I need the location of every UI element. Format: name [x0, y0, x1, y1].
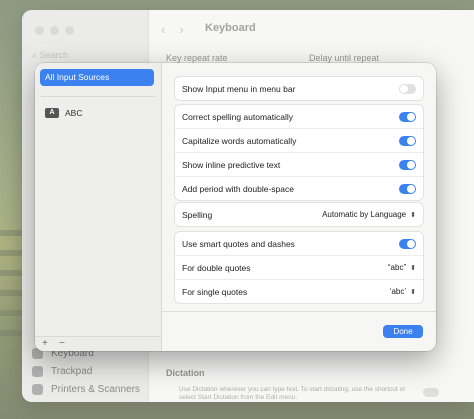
row-period-double-space: Add period with double-space [175, 176, 423, 200]
period-double-space-toggle[interactable] [399, 183, 416, 194]
row-capitalize-words: Capitalize words automatically [175, 128, 423, 152]
single-quotes-select[interactable]: ‘abc’ ⬍ [390, 287, 416, 296]
row-smart-quotes: Use smart quotes and dashes [175, 232, 423, 255]
footer-divider [162, 311, 436, 312]
list-footer: + − [35, 336, 161, 351]
input-sources-sheet: All Input Sources A ABC + − Show Input m… [35, 63, 436, 351]
done-button[interactable]: Done [383, 325, 423, 338]
chevron-updown-icon: ⬍ [410, 264, 416, 272]
input-settings-panel: Show Input menu in menu bar Correct spel… [162, 63, 436, 351]
capitalize-words-toggle[interactable] [399, 135, 416, 146]
row-predictive-text: Show inline predictive text [175, 152, 423, 176]
row-double-quotes: For double quotes “abc” ⬍ [175, 255, 423, 279]
smart-quotes-toggle[interactable] [399, 238, 416, 249]
row-single-quotes: For single quotes ‘abc’ ⬍ [175, 279, 423, 303]
input-menu-group: Show Input menu in menu bar [174, 76, 424, 101]
spelling-group: Spelling Automatic by Language ⬍ [174, 202, 424, 227]
remove-button[interactable]: − [59, 338, 65, 349]
divider [41, 96, 155, 97]
smart-quotes-group: Use smart quotes and dashes For double q… [174, 231, 424, 304]
chevron-updown-icon: ⬍ [410, 288, 416, 296]
input-source-badge: A [45, 108, 59, 118]
double-quotes-select[interactable]: “abc” ⬍ [388, 263, 416, 272]
text-correction-group: Correct spelling automatically Capitaliz… [174, 104, 424, 201]
list-item-all-input-sources[interactable]: All Input Sources [40, 69, 154, 86]
row-spelling: Spelling Automatic by Language ⬍ [182, 209, 416, 220]
show-input-menu-toggle[interactable] [399, 83, 416, 94]
row-correct-spelling: Correct spelling automatically [175, 105, 423, 128]
spelling-select[interactable]: Automatic by Language ⬍ [322, 210, 416, 219]
list-item-abc[interactable]: A ABC [45, 108, 82, 118]
chevron-updown-icon: ⬍ [410, 211, 416, 219]
row-show-input-menu: Show Input menu in menu bar [175, 77, 423, 100]
add-button[interactable]: + [42, 338, 48, 349]
predictive-text-toggle[interactable] [399, 159, 416, 170]
input-sources-list: All Input Sources A ABC + − [35, 63, 162, 351]
correct-spelling-toggle[interactable] [399, 111, 416, 122]
